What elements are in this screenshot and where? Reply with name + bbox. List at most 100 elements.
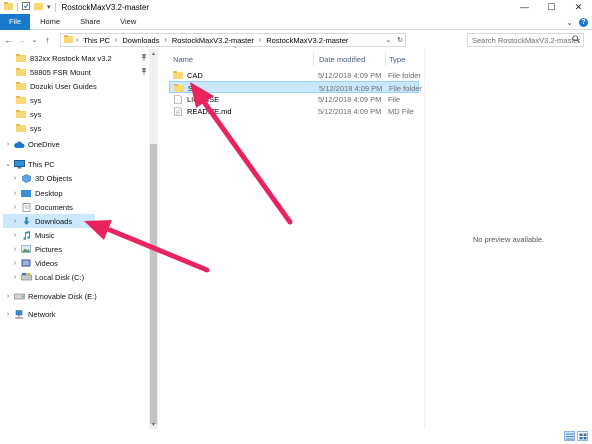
tab-home[interactable]: Home [30, 14, 70, 30]
address-bar[interactable]: › This PC › Downloads › RostockMaxV3.2-m… [60, 33, 406, 47]
expand-chevron-icon[interactable]: › [10, 260, 20, 267]
column-header-name[interactable]: Name [173, 52, 193, 66]
nav-item-quick-access[interactable]: sys [15, 121, 41, 135]
nav-item-pictures[interactable]: › Pictures [10, 242, 62, 256]
nav-item-label: OneDrive [28, 139, 60, 149]
nav-item-quick-access[interactable]: 832xx Rostock Max v3.2 [15, 51, 112, 65]
nav-item-3d-objects[interactable]: › 3D Objects [10, 171, 72, 185]
computer-icon [13, 159, 25, 169]
file-row-readme[interactable]: README.md 5/12/2018 4:09 PM MD File [169, 105, 419, 117]
navigation-pane: 832xx Rostock Max v3.2 58805 FSR Mount D… [0, 49, 149, 429]
properties-icon[interactable] [22, 2, 30, 12]
expand-chevron-icon[interactable]: › [10, 175, 20, 182]
nav-item-quick-access[interactable]: sys [15, 107, 41, 121]
nav-pane-scrollbar[interactable]: ▲ ▼ [149, 49, 158, 429]
title-bar: ▾ RostockMaxV3.2-master — ☐ ✕ [0, 0, 592, 14]
nav-item-quick-access[interactable]: sys [15, 93, 41, 107]
file-name-cell: LICENSE [173, 93, 219, 105]
file-name-cell: README.md [173, 105, 232, 117]
scroll-down-icon[interactable]: ▼ [149, 420, 158, 429]
nav-item-removable-disk[interactable]: › Removable Disk (E:) [3, 289, 97, 303]
scrollbar-thumb[interactable] [150, 144, 157, 424]
music-icon [20, 230, 32, 240]
folder-icon [174, 84, 184, 93]
expand-chevron-icon[interactable]: › [10, 218, 20, 225]
breadcrumb-this-pc[interactable]: This PC [83, 36, 110, 45]
nav-item-documents[interactable]: › Documents [10, 200, 73, 214]
ribbon-tabs: File Home Share View ⌄ ? [0, 13, 592, 30]
nav-item-downloads[interactable]: › Downloads [3, 214, 95, 228]
search-box[interactable]: Search RostockMaxV3.2-master [467, 33, 584, 47]
quick-access-toolbar: ▾ [0, 0, 56, 14]
nav-item-local-disk[interactable]: › Local Disk (C:) [10, 270, 84, 284]
collapse-chevron-icon[interactable]: ⌄ [3, 160, 13, 168]
nav-item-network[interactable]: › Network [3, 307, 56, 321]
nav-item-quick-access[interactable]: Dozuki User Guides [15, 79, 97, 93]
column-header-type[interactable]: Type [389, 52, 405, 66]
file-date: 5/12/2018 4:09 PM [318, 106, 382, 116]
expand-chevron-icon[interactable]: › [3, 311, 13, 318]
nav-item-label: Network [28, 309, 56, 319]
file-name: CAD [187, 70, 203, 80]
refresh-icon[interactable]: ↻ [397, 36, 403, 44]
breadcrumb-separator[interactable]: › [115, 37, 117, 44]
expand-chevron-icon[interactable]: › [10, 204, 20, 211]
breadcrumb-separator[interactable]: › [259, 37, 261, 44]
search-input[interactable]: Search RostockMaxV3.2-master [472, 36, 580, 45]
back-button[interactable]: ← [2, 31, 15, 49]
maximize-button[interactable]: ☐ [538, 0, 565, 14]
nav-item-label: This PC [28, 159, 55, 169]
nav-item-onedrive[interactable]: › OneDrive [3, 137, 60, 151]
nav-item-quick-access[interactable]: 58805 FSR Mount [15, 65, 91, 79]
column-divider[interactable] [313, 52, 314, 66]
breadcrumb-rostock-parent[interactable]: RostockMaxV3.2-master [172, 36, 254, 45]
file-row-sd[interactable]: SD 5/12/2018 4:09 PM File folder [169, 81, 422, 93]
expand-chevron-icon[interactable]: › [3, 293, 13, 300]
file-row-cad[interactable]: CAD 5/12/2018 4:09 PM File folder [169, 69, 421, 81]
expand-chevron-icon[interactable]: › [10, 246, 20, 253]
nav-item-label: Documents [35, 202, 73, 212]
tab-file[interactable]: File [0, 13, 31, 30]
expand-chevron-icon[interactable]: › [3, 141, 13, 148]
expand-ribbon-icon[interactable]: ⌄ [566, 18, 573, 27]
file-icon [173, 94, 183, 104]
toolbar-divider [17, 2, 18, 12]
expand-chevron-icon[interactable]: › [10, 190, 20, 197]
file-list: ⌃ Name Date modified Type CAD 5/12/2018 … [163, 47, 423, 429]
tab-view[interactable]: View [110, 14, 146, 30]
up-button[interactable]: ↑ [41, 31, 54, 49]
breadcrumb-rostock-current[interactable]: RostockMaxV3.2-master [266, 36, 348, 45]
nav-item-label: sys [30, 95, 42, 105]
breadcrumb-downloads[interactable]: Downloads [122, 36, 159, 45]
column-header-date[interactable]: Date modified [319, 52, 365, 66]
nav-item-desktop[interactable]: › Desktop [10, 186, 63, 200]
minimize-button[interactable]: — [511, 0, 538, 14]
recent-locations-button[interactable]: ⌄ [28, 31, 41, 49]
address-dropdown-icon[interactable]: ⌄ [385, 36, 391, 44]
nav-item-label: 832xx Rostock Max v3.2 [30, 53, 112, 63]
network-icon [13, 309, 25, 319]
folder-icon [64, 35, 73, 45]
nav-item-videos[interactable]: › Videos [10, 256, 58, 270]
expand-chevron-icon[interactable]: › [10, 232, 20, 239]
expand-chevron-icon[interactable]: › [10, 274, 20, 281]
nav-item-this-pc[interactable]: ⌄ This PC [3, 157, 55, 171]
details-view-button[interactable] [564, 431, 575, 441]
breadcrumb-separator[interactable]: › [164, 37, 166, 44]
large-icons-view-button[interactable] [577, 431, 588, 441]
forward-button[interactable]: → [15, 31, 28, 49]
column-divider[interactable] [385, 52, 386, 66]
md-file-icon [173, 106, 183, 116]
new-folder-icon[interactable] [34, 2, 43, 12]
details-view-icon [565, 433, 574, 439]
breadcrumb-separator[interactable]: › [76, 37, 78, 44]
tab-share[interactable]: Share [70, 14, 110, 30]
nav-item-music[interactable]: › Music [10, 228, 55, 242]
navigation-bar: ← → ⌄ ↑ › This PC › Downloads › RostockM… [0, 31, 592, 49]
close-button[interactable]: ✕ [565, 0, 592, 14]
nav-item-label: 58805 FSR Mount [30, 67, 91, 77]
file-row-license[interactable]: LICENSE 5/12/2018 4:09 PM File [169, 93, 419, 105]
help-icon[interactable]: ? [579, 17, 588, 27]
qat-dropdown-icon[interactable]: ▾ [47, 3, 51, 11]
scroll-up-icon[interactable]: ▲ [149, 49, 158, 58]
